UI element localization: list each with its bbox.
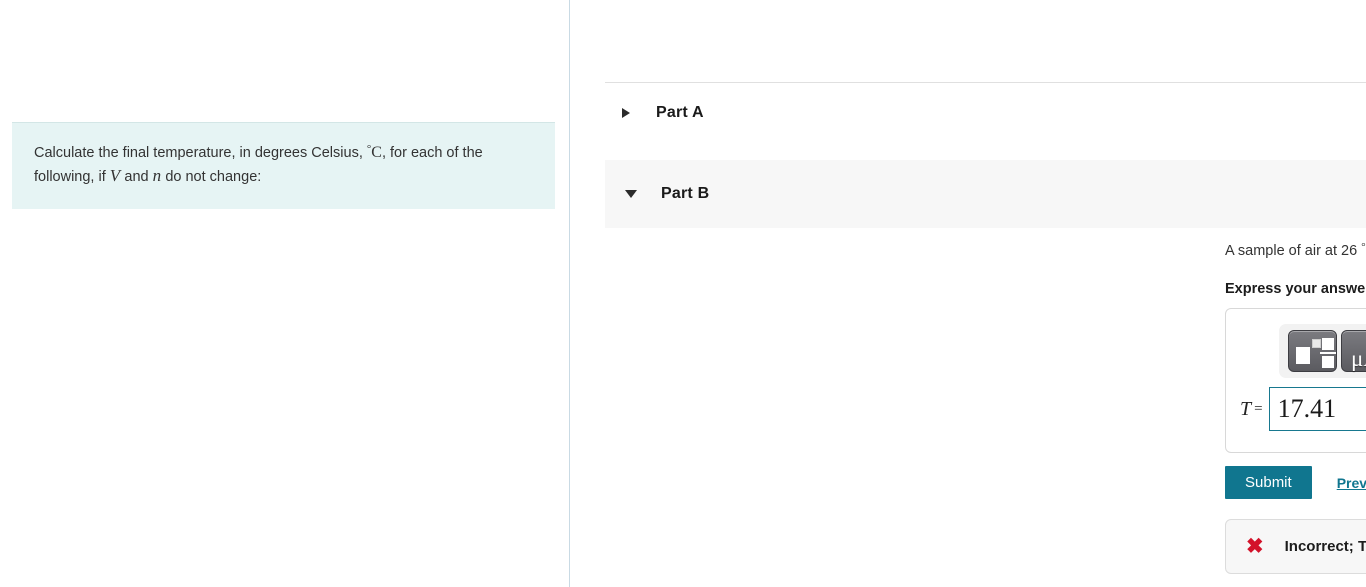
part-b-header[interactable]: Part B [605, 160, 1366, 228]
question-prompt-callout: Calculate the final temperature, in degr… [12, 122, 555, 209]
template-fraction-denominator [1322, 356, 1334, 368]
template-icon[interactable] [1288, 330, 1337, 372]
prompt-segment-3: and [120, 169, 153, 186]
celsius-unit: C [371, 144, 382, 161]
prompt-text: Calculate the final temperature, in degr… [34, 141, 533, 189]
triangle-right-icon[interactable] [622, 108, 630, 118]
template-box-large [1296, 347, 1310, 364]
feedback-banner: ✖ Incorrect; Try Again; 5 attempts remai… [1225, 519, 1366, 574]
right-pane: Part A Part B A sample of air at 26 °C a… [570, 0, 1366, 587]
template-box-small [1312, 339, 1321, 348]
template-fraction-numerator [1322, 338, 1334, 350]
submit-button[interactable]: Submit [1225, 466, 1312, 499]
equals-sign: = [1254, 400, 1263, 417]
answer-actions: Submit Previous Answers Request Answer [1225, 466, 1366, 499]
question-segment-1: A sample of air at 26 [1225, 243, 1362, 259]
page-root: Calculate the final temperature, in degr… [0, 0, 1366, 587]
variable-v: V [109, 166, 121, 186]
template-fraction-bar [1320, 352, 1336, 354]
prompt-segment-1: Calculate the final temperature, in degr… [34, 145, 367, 161]
part-a-label: Part A [656, 104, 704, 121]
answer-instruction: Express your answer as integer and inclu… [1225, 280, 1366, 297]
answer-variable-label: T [1240, 397, 1252, 420]
units-icon-label: μÅ [1351, 346, 1366, 371]
answer-input-row: T = 17.41 °C [1240, 387, 1366, 431]
triangle-down-icon[interactable] [625, 190, 637, 198]
left-pane: Calculate the final temperature, in degr… [0, 0, 570, 587]
feedback-message: Incorrect; Try Again; 5 attempts remaini… [1284, 538, 1366, 555]
question-statement: A sample of air at 26 °C and 750. mmHg i… [1225, 240, 1366, 262]
answer-entry-widget: μÅ [1225, 308, 1366, 453]
variable-n: n [152, 166, 162, 186]
answer-value-input[interactable]: 17.41 [1268, 387, 1366, 431]
part-b-body: A sample of air at 26 °C and 750. mmHg i… [1225, 240, 1366, 297]
previous-answers-link[interactable]: Previous Answers [1337, 475, 1366, 491]
part-a-header[interactable]: Part A [605, 83, 1366, 143]
units-icon[interactable]: μÅ [1341, 330, 1366, 372]
math-entry-toolbar: μÅ [1279, 324, 1366, 378]
answer-value-text: 17.41 [1277, 394, 1337, 423]
x-mark-icon: ✖ [1246, 535, 1264, 558]
prompt-segment-4: do not change: [161, 169, 262, 186]
part-b-label: Part B [661, 185, 710, 202]
